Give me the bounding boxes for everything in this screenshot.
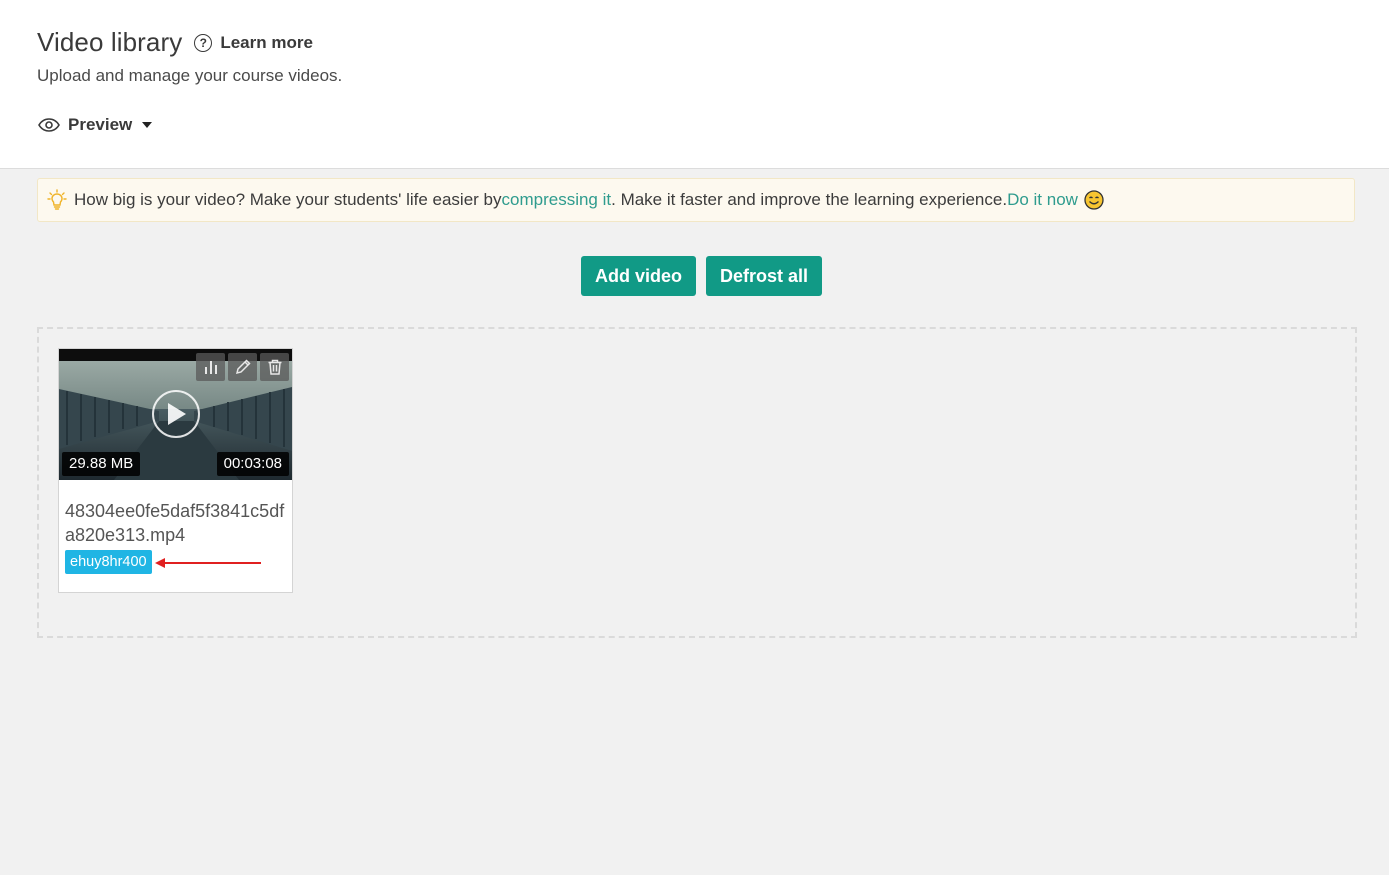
preview-label: Preview — [68, 115, 133, 134]
video-id-tag[interactable]: ehuy8hr400 — [65, 550, 152, 574]
delete-button[interactable] — [260, 353, 289, 381]
lightbulb-icon — [47, 189, 67, 210]
help-icon: ? — [194, 33, 213, 52]
file-size-badge: 29.88 MB — [62, 452, 141, 476]
page-header: Video library ? Learn more Upload and ma… — [0, 0, 1389, 169]
eye-icon — [38, 118, 60, 132]
play-icon — [168, 403, 186, 425]
trash-icon — [268, 359, 281, 375]
stats-button[interactable] — [196, 353, 225, 381]
compression-tip-banner: How big is your video? Make your student… — [37, 178, 1355, 222]
video-tools — [193, 353, 289, 381]
tip-text-middle: . Make it faster and improve the learnin… — [611, 190, 1008, 209]
learn-more-link[interactable]: ? Learn more — [194, 33, 313, 53]
video-filename: 48304ee0fe5daf5f3841c5dfa820e313.mp4 — [65, 501, 285, 545]
duration-badge: 00:03:08 — [216, 452, 289, 476]
do-it-now-link[interactable]: Do it now — [1007, 190, 1078, 210]
preview-dropdown[interactable]: Preview — [38, 115, 153, 135]
defrost-all-button[interactable]: Defrost all — [706, 256, 823, 296]
edit-button[interactable] — [228, 353, 257, 381]
smiley-icon — [1084, 190, 1104, 210]
play-button[interactable] — [152, 390, 200, 438]
annotation-arrow-icon — [155, 558, 261, 568]
library-actions: Add video Defrost all — [581, 256, 823, 296]
page-subtitle: Upload and manage your course videos. — [37, 66, 343, 85]
chevron-down-icon — [142, 122, 153, 128]
compressing-link[interactable]: compressing it — [502, 190, 612, 210]
tip-text-before: How big is your video? Make your student… — [74, 190, 502, 209]
video-thumbnail[interactable]: 29.88 MB 00:03:08 — [59, 349, 292, 480]
bar-chart-icon — [204, 361, 217, 374]
page-title: Video library — [37, 27, 183, 57]
pencil-icon — [235, 359, 251, 375]
add-video-button[interactable]: Add video — [581, 256, 697, 296]
title-row: Video library ? Learn more — [37, 27, 313, 58]
learn-more-label: Learn more — [220, 32, 313, 52]
